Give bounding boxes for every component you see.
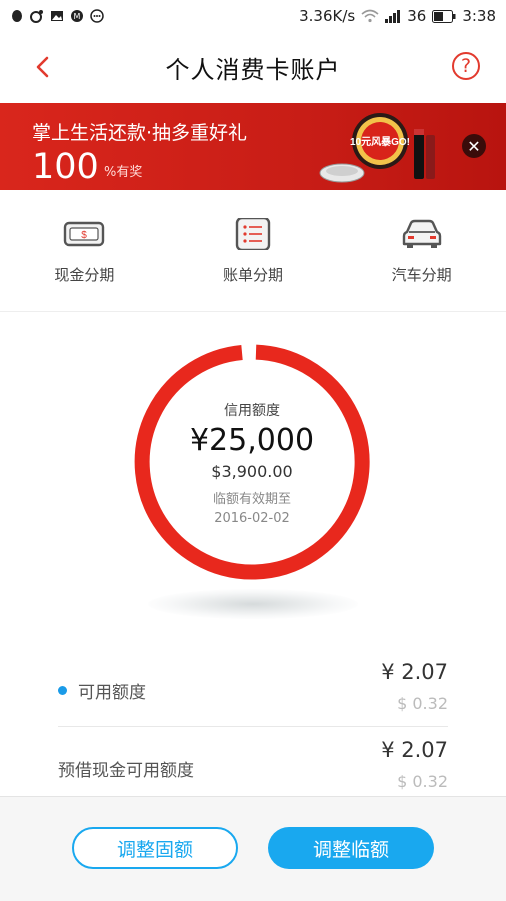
help-button[interactable]: ?	[452, 52, 480, 80]
wifi-icon	[361, 9, 379, 23]
app-notification-icon: M	[71, 10, 83, 22]
clock: 3:38	[462, 7, 496, 25]
cash-advance-limit-usd: $ 0.32	[397, 772, 448, 791]
svg-text:$: $	[82, 230, 88, 241]
credit-limit-usd: $3,900.00	[211, 462, 293, 481]
svg-text:M: M	[74, 12, 81, 21]
banner-big-number: 100	[32, 147, 99, 187]
banner-title: 掌上生活还款·抽多重好礼	[32, 122, 248, 144]
temp-limit-note: 临额有效期至	[212, 492, 291, 507]
available-limit-usd: $ 0.32	[397, 694, 448, 713]
back-arrow-icon[interactable]	[30, 54, 56, 80]
credit-summary: 信用额度 ¥25,000 $3,900.00 临额有效期至 2016-02-02	[133, 343, 371, 581]
footer-action-bar: 调整固额 调整临额	[0, 796, 506, 901]
quick-actions: $ 现金分期 账单分期 汽车分期	[0, 190, 506, 312]
status-right: 3.36K/s 36 3:38	[299, 7, 496, 25]
banner-prize-art: 10元风暴GO!	[319, 113, 435, 183]
banner-art-text: 10元风暴GO!	[350, 135, 410, 148]
image-icon	[51, 11, 63, 21]
available-limit-row: 可用额度 ¥ 2.07 $ 0.32	[58, 652, 448, 727]
status-bar: M 3.36K/s 36 3:38	[0, 0, 506, 32]
quick-action-label: 现金分期	[54, 266, 115, 284]
close-icon: ✕	[467, 136, 481, 156]
quick-action-cash-installment[interactable]: $ 现金分期	[0, 190, 169, 311]
available-limit-value: ¥ 2.07	[381, 660, 448, 684]
blue-dot-icon	[58, 686, 67, 695]
quick-action-label: 汽车分期	[391, 266, 452, 284]
quick-action-car-installment[interactable]: 汽车分期	[337, 190, 506, 311]
weibo-icon	[30, 10, 43, 23]
temp-limit-date: 2016-02-02	[214, 511, 290, 526]
network-speed: 3.36K/s	[299, 7, 356, 25]
banner-suffix: %有奖	[104, 165, 143, 180]
cash-advance-limit-label: 预借现金可用额度	[58, 761, 194, 781]
promo-banner[interactable]: 掌上生活还款·抽多重好礼 100 %有奖 10元风暴GO! ✕	[0, 103, 506, 190]
adjust-fixed-limit-button[interactable]: 调整固额	[72, 827, 238, 869]
battery-icon	[432, 9, 456, 23]
cash-icon: $	[64, 221, 105, 247]
nav-bar: 个人消费卡账户 ?	[0, 32, 506, 103]
signal-label: 36	[407, 7, 427, 25]
more-notifications-icon	[90, 9, 104, 23]
status-left-icons: M	[10, 9, 104, 23]
adjust-temp-limit-button[interactable]: 调整临额	[268, 827, 434, 869]
cash-advance-limit-row: 预借现金可用额度 ¥ 2.07 $ 0.32	[58, 730, 448, 796]
banner-close-button[interactable]: ✕	[462, 134, 486, 158]
cash-advance-limit-value: ¥ 2.07	[381, 738, 448, 762]
credit-limit-label: 信用额度	[224, 403, 280, 419]
qq-icon	[12, 10, 22, 22]
ring-shadow	[148, 589, 358, 619]
quick-action-label: 账单分期	[223, 266, 284, 284]
car-icon	[402, 219, 441, 248]
bill-list-icon	[235, 218, 271, 250]
signal-icon	[385, 10, 401, 23]
quick-action-bill-installment[interactable]: 账单分期	[169, 190, 338, 311]
credit-limit-amount: ¥25,000	[189, 423, 315, 458]
available-limit-label: 可用额度	[78, 683, 146, 703]
page-title: 个人消费卡账户	[165, 56, 341, 84]
